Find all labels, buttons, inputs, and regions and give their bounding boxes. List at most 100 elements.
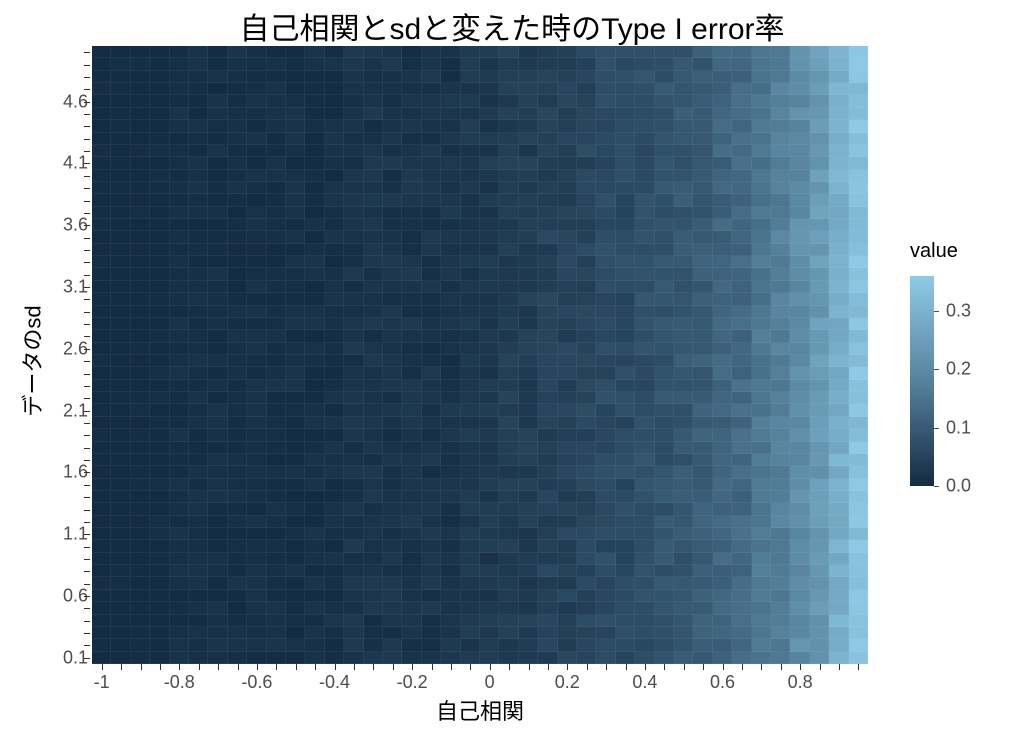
heatmap-cell [111, 565, 130, 577]
heatmap-cell [732, 367, 751, 379]
heatmap-cell [616, 577, 635, 589]
heatmap-cell [655, 244, 674, 256]
y-tick-mark [84, 225, 90, 226]
heatmap-cell [499, 194, 518, 206]
heatmap-cell [364, 281, 383, 293]
heatmap-cell [558, 194, 577, 206]
heatmap-cell [111, 133, 130, 145]
heatmap-cell [208, 429, 227, 441]
heatmap-cell [674, 565, 693, 577]
heatmap-cell [402, 417, 421, 429]
heatmap-cell [849, 652, 868, 664]
heatmap-cell [92, 553, 111, 565]
heatmap-cell [693, 565, 712, 577]
heatmap-cell [286, 244, 305, 256]
heatmap-cell [364, 404, 383, 416]
heatmap-cell [286, 503, 305, 515]
heatmap-cell [461, 268, 480, 280]
heatmap-cell [131, 602, 150, 614]
heatmap-cell [461, 170, 480, 182]
heatmap-cell [208, 380, 227, 392]
heatmap-cell [810, 83, 829, 95]
heatmap-cell [771, 540, 790, 552]
heatmap-cell [170, 553, 189, 565]
heatmap-cell [247, 83, 266, 95]
heatmap-cell [461, 602, 480, 614]
heatmap-cell [325, 577, 344, 589]
heatmap-cell [286, 491, 305, 503]
heatmap-cell [305, 479, 324, 491]
heatmap-cell [111, 602, 130, 614]
heatmap-cell [577, 639, 596, 651]
heatmap-cell [111, 528, 130, 540]
heatmap-cell [228, 615, 247, 627]
heatmap-cell [655, 429, 674, 441]
heatmap-cell [325, 627, 344, 639]
heatmap-cell [538, 58, 557, 70]
heatmap-cell [461, 380, 480, 392]
heatmap-cell [829, 108, 848, 120]
heatmap-cell [596, 318, 615, 330]
heatmap-cell [558, 318, 577, 330]
heatmap-cell [344, 244, 363, 256]
heatmap-cell [364, 479, 383, 491]
heatmap-cell [635, 330, 654, 342]
heatmap-cell [170, 429, 189, 441]
heatmap-cell [344, 466, 363, 478]
heatmap-cell [538, 330, 557, 342]
heatmap-cell [111, 145, 130, 157]
heatmap-cell [170, 404, 189, 416]
heatmap-cell [92, 639, 111, 651]
heatmap-cell [499, 516, 518, 528]
heatmap-cell [713, 615, 732, 627]
heatmap-cell [92, 627, 111, 639]
heatmap-cell [849, 306, 868, 318]
heatmap-cell [480, 293, 499, 305]
heatmap-cell [693, 281, 712, 293]
heatmap-cell [111, 268, 130, 280]
heatmap-cell [305, 120, 324, 132]
y-tick-mark [84, 176, 90, 177]
heatmap-cell [790, 231, 809, 243]
heatmap-cell [810, 194, 829, 206]
heatmap-cell [519, 58, 538, 70]
heatmap-cell [713, 71, 732, 83]
heatmap-cell [829, 157, 848, 169]
heatmap-cell [655, 479, 674, 491]
heatmap-cell [305, 95, 324, 107]
heatmap-cell [170, 244, 189, 256]
heatmap-cell [364, 293, 383, 305]
heatmap-cell [732, 540, 751, 552]
heatmap-cell [383, 133, 402, 145]
heatmap-cell [344, 133, 363, 145]
heatmap-cell [499, 157, 518, 169]
heatmap-cell [422, 306, 441, 318]
heatmap-cell [577, 627, 596, 639]
heatmap-cell [616, 553, 635, 565]
heatmap-cell [422, 58, 441, 70]
x-tick-mark [335, 664, 336, 670]
heatmap-cell [519, 268, 538, 280]
heatmap-cell [422, 170, 441, 182]
heatmap-cell [810, 503, 829, 515]
heatmap-cell [441, 58, 460, 70]
heatmap-cell [713, 553, 732, 565]
heatmap-cell [674, 95, 693, 107]
heatmap-cell [713, 516, 732, 528]
heatmap-cell [480, 343, 499, 355]
heatmap-cell [150, 293, 169, 305]
heatmap-cell [577, 293, 596, 305]
heatmap-cell [344, 590, 363, 602]
heatmap-cell [519, 577, 538, 589]
heatmap-cell [538, 466, 557, 478]
heatmap-cell [674, 442, 693, 454]
heatmap-cell [480, 652, 499, 664]
heatmap-cell [228, 46, 247, 58]
heatmap-cell [693, 157, 712, 169]
heatmap-cell [383, 503, 402, 515]
heatmap-cell [422, 577, 441, 589]
heatmap-cell [693, 639, 712, 651]
heatmap-cell [771, 293, 790, 305]
heatmap-cell [170, 145, 189, 157]
heatmap-cell [383, 380, 402, 392]
